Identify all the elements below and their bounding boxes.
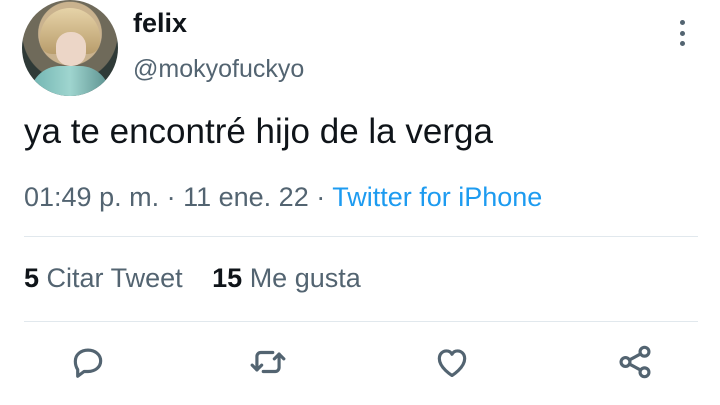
user-name[interactable]: felix <box>133 8 187 39</box>
like-button[interactable] <box>430 340 474 384</box>
more-vertical-icon[interactable] <box>672 20 692 46</box>
tweet-source-link[interactable]: Twitter for iPhone <box>332 182 542 212</box>
reply-button[interactable] <box>66 340 110 384</box>
tweet-text: ya te encontré hijo de la verga <box>24 112 493 151</box>
avatar-face <box>56 32 86 66</box>
avatar-shirt <box>30 66 110 96</box>
share-button[interactable] <box>613 340 657 384</box>
more-dot <box>679 30 685 36</box>
tweet-meta: 01:49 p. m. · 11 ene. 22 · Twitter for i… <box>24 182 542 213</box>
divider <box>24 321 698 322</box>
quote-label: Citar Tweet <box>46 263 183 293</box>
retweet-button[interactable] <box>246 340 290 384</box>
user-handle[interactable]: @mokyofuckyo <box>133 55 304 84</box>
likes-stat[interactable]: 15 Me gusta <box>212 263 361 293</box>
divider <box>24 236 698 237</box>
quote-count: 5 <box>24 263 40 293</box>
meta-separator: · <box>308 182 333 212</box>
avatar[interactable] <box>22 0 118 96</box>
meta-separator: · <box>159 182 184 212</box>
share-icon <box>619 345 651 379</box>
tweet-time[interactable]: 01:49 p. m. <box>24 182 159 212</box>
like-icon <box>437 349 467 378</box>
more-dot <box>679 20 685 25</box>
like-label: Me gusta <box>249 263 361 293</box>
tweet-actions <box>0 340 720 390</box>
more-dot <box>679 41 685 46</box>
like-count: 15 <box>212 263 243 293</box>
quote-tweets-stat[interactable]: 5 Citar Tweet <box>24 263 183 293</box>
reply-icon <box>73 348 103 378</box>
retweet-icon <box>250 350 286 374</box>
tweet-stats: 5 Citar Tweet 15 Me gusta <box>24 263 383 294</box>
tweet-date[interactable]: 11 ene. 22 <box>183 182 309 212</box>
